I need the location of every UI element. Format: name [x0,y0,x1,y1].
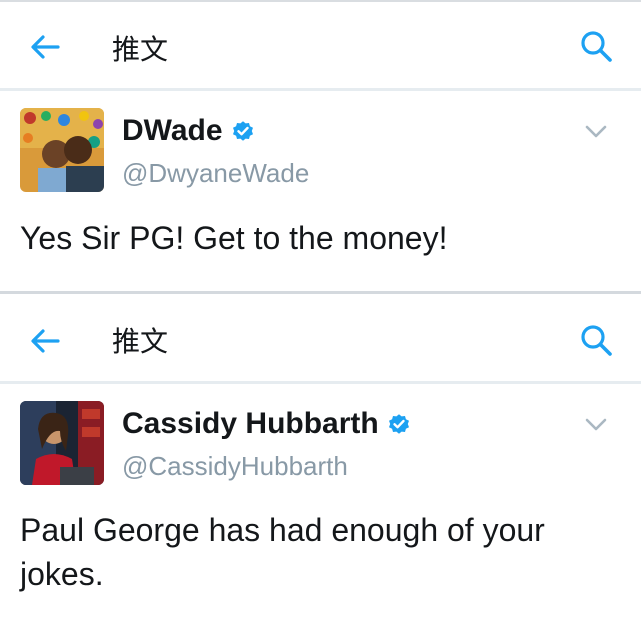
app-bar-separator [0,381,641,384]
back-arrow-icon[interactable] [28,30,62,64]
tweet-text-line: jokes. [20,556,104,592]
tweet-text-line: Paul George has had enough of your [20,512,545,548]
verified-badge-icon [388,414,409,434]
back-arrow-icon[interactable] [28,324,62,358]
app-bar: 推文 [0,2,641,90]
search-icon[interactable] [578,28,614,64]
avatar[interactable] [20,401,104,485]
handle[interactable]: @DwyaneWade [122,158,309,189]
tweet-text: Yes Sir PG! Get to the money! [20,220,448,256]
search-icon[interactable] [578,322,614,358]
avatar[interactable] [20,108,104,192]
app-bar: 推文 [0,294,641,382]
display-name[interactable]: DWade [122,114,223,148]
cassidy-avatar-image [20,401,104,485]
app-bar-separator [0,88,641,91]
chevron-down-icon[interactable] [584,124,608,140]
page-title: 推文 [112,326,169,357]
page-title: 推文 [112,34,169,65]
author-row: Cassidy Hubbarth [122,407,411,441]
verified-badge-icon [232,121,253,141]
display-name[interactable]: Cassidy Hubbarth [122,407,379,441]
chevron-down-icon[interactable] [584,417,608,433]
handle[interactable]: @CassidyHubbarth [122,451,348,482]
author-row: DWade [122,114,255,148]
tweet-text: Paul George has had enough of your jokes… [20,508,620,596]
dwade-avatar-image [20,108,104,192]
